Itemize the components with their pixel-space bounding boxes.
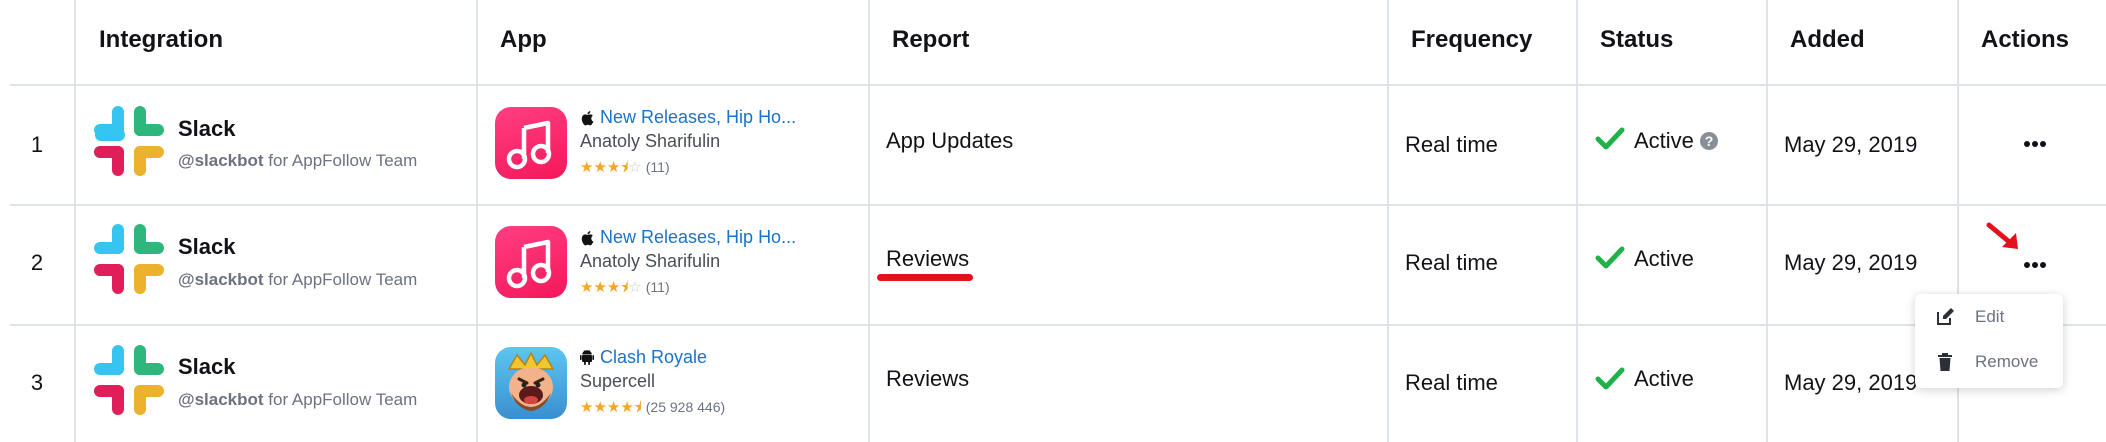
column-header-app: App	[500, 26, 547, 53]
music-note-icon	[506, 120, 552, 170]
app-icon[interactable]	[495, 107, 567, 179]
added-date: May 29, 2019	[1784, 250, 1918, 275]
actions-dropdown-menu: Edit Remove	[1915, 294, 2063, 388]
actions-menu-icon[interactable]	[2024, 262, 2048, 270]
row-number: 3	[30, 370, 44, 395]
frequency: Real time	[1405, 132, 1498, 157]
column-header-frequency: Frequency	[1411, 26, 1533, 53]
integration-handle: @slackbot	[178, 151, 264, 170]
integration-handle: @slackbot	[178, 390, 264, 409]
column-divider	[1766, 0, 1768, 442]
app-developer: Supercell	[580, 371, 656, 391]
music-note-icon	[506, 239, 552, 289]
row-divider	[10, 324, 2106, 326]
menu-item-label: Edit	[1975, 307, 2005, 326]
integration-subtitle: @slackbot for AppFollow Team	[178, 270, 417, 290]
apple-icon	[581, 231, 594, 246]
app-icon[interactable]	[495, 226, 567, 298]
checkmark-icon	[1595, 246, 1625, 269]
app-rating: ★★★⯨☆ (11)	[580, 159, 670, 176]
column-divider	[1387, 0, 1389, 442]
app-rating: ★★★★⯨ (25 928 446)	[580, 399, 726, 416]
integration-name: Slack	[178, 234, 236, 259]
report-type: App Updates	[886, 128, 1014, 153]
checkmark-icon	[1595, 127, 1625, 150]
report-type: Reviews	[886, 366, 970, 391]
integration-name: Slack	[178, 354, 236, 379]
report-type: Reviews	[886, 246, 970, 271]
row-number: 1	[30, 132, 44, 157]
row-divider	[10, 84, 2106, 86]
column-divider	[1576, 0, 1578, 442]
column-divider	[868, 0, 870, 442]
app-developer: Anatoly Sharifulin	[580, 131, 721, 151]
checkmark-icon	[1595, 367, 1625, 390]
integration-handle: @slackbot	[178, 270, 264, 289]
row-number: 2	[30, 250, 44, 275]
column-header-status: Status	[1600, 26, 1674, 53]
menu-item-label: Remove	[1975, 352, 2039, 371]
actions-menu-icon[interactable]	[2024, 141, 2048, 149]
column-header-integration: Integration	[99, 26, 223, 53]
status-label: Active	[1634, 128, 1694, 153]
help-icon[interactable]: ?	[1700, 132, 1718, 150]
highlight-underline	[877, 274, 973, 281]
status-label: Active	[1634, 366, 1694, 391]
column-divider	[74, 0, 76, 442]
status-label: Active	[1634, 246, 1694, 271]
rating-count: (11)	[645, 279, 670, 295]
menu-item-edit[interactable]: Edit	[1915, 297, 2063, 337]
column-header-actions: Actions	[1981, 26, 2070, 53]
slack-logo-icon	[94, 106, 164, 176]
column-header-added: Added	[1790, 26, 1865, 53]
app-developer: Anatoly Sharifulin	[580, 251, 721, 271]
trash-icon	[1938, 353, 1952, 371]
app-name-link[interactable]: New Releases, Hip Ho...	[600, 107, 810, 128]
app-name-link[interactable]: Clash Royale	[600, 347, 810, 368]
row-divider	[10, 204, 2106, 206]
app-rating: ★★★⯨☆ (11)	[580, 279, 670, 296]
integration-team: for AppFollow Team	[263, 270, 418, 289]
column-divider	[476, 0, 478, 442]
slack-logo-icon	[94, 345, 164, 415]
clash-royale-king-icon	[507, 351, 555, 411]
column-header-report: Report	[892, 26, 970, 53]
app-icon[interactable]	[495, 347, 567, 419]
slack-logo-icon	[94, 224, 164, 294]
arrow-annotation-icon	[1986, 222, 2018, 249]
menu-item-remove[interactable]: Remove	[1915, 344, 2063, 384]
rating-count: (11)	[645, 159, 670, 175]
rating-count: (25 928 446)	[645, 399, 726, 415]
added-date: May 29, 2019	[1784, 132, 1918, 157]
added-date: May 29, 2019	[1784, 370, 1918, 395]
edit-icon	[1937, 308, 1954, 325]
android-icon	[580, 350, 594, 365]
app-name-link[interactable]: New Releases, Hip Ho...	[600, 227, 810, 248]
integration-name: Slack	[178, 116, 236, 141]
integration-subtitle: @slackbot for AppFollow Team	[178, 151, 417, 171]
frequency: Real time	[1405, 250, 1498, 275]
integration-subtitle: @slackbot for AppFollow Team	[178, 390, 417, 410]
integration-team: for AppFollow Team	[263, 151, 418, 170]
apple-icon	[581, 111, 594, 126]
frequency: Real time	[1405, 370, 1498, 395]
integration-team: for AppFollow Team	[263, 390, 418, 409]
